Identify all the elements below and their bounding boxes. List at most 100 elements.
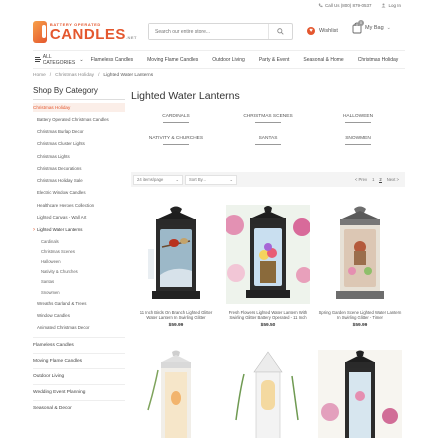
breadcrumb: Home / Christmas Holiday / Lighted Water… (33, 73, 154, 78)
product-price: $59.50 (260, 322, 276, 328)
sidebar-item[interactable]: Christmas Holiday Sale (33, 174, 125, 186)
page-title: Lighted Water Lanterns (131, 90, 240, 102)
my-bag-button[interactable]: 0 My Bag ⌄ (352, 20, 391, 34)
product-image[interactable] (134, 350, 218, 438)
login-link[interactable]: Log In (381, 3, 401, 8)
subcat-snowmen[interactable]: SNOWMEN (323, 136, 393, 145)
product-image[interactable] (134, 205, 218, 304)
next-page-button[interactable]: Next > (387, 177, 399, 182)
sidebar-item[interactable]: Wreaths Garland & Trees (33, 297, 125, 309)
chevron-down-icon: ⌄ (175, 177, 179, 182)
phone-icon (318, 3, 323, 8)
heart-icon: ♥ (307, 27, 315, 35)
sort-by-value: Sort By... (189, 177, 206, 182)
hamburger-icon (35, 57, 41, 62)
sidebar-subitem-snowmen[interactable]: Snowmen (33, 287, 125, 297)
product-card[interactable]: 11 Inch Birds On Branch Lighted Glitter … (134, 205, 218, 328)
logo-wordmark: CANDLES (49, 25, 126, 43)
sidebar-subitem-christmas-scenes[interactable]: Christmas Scenes (33, 246, 125, 256)
sidebar-item-moving-flame-candles[interactable]: Moving Flame Candles (33, 352, 125, 369)
sidebar-item-wedding-event-planning[interactable]: Wedding Event Planning (33, 384, 125, 400)
site-logo[interactable]: BATTERY OPERATED CANDLES.NET (33, 18, 137, 46)
nav-item-seasonal-home[interactable]: Seasonal & Home (296, 57, 350, 63)
dark-lantern-image (318, 350, 402, 438)
birds-lantern-image (134, 205, 218, 304)
sidebar-item[interactable]: Lighted Canvas - Wall Art (33, 211, 125, 223)
product-image[interactable] (318, 205, 402, 304)
items-per-page-select[interactable]: 24 items/page ⌄ (133, 174, 183, 185)
subcat-nativity-churches[interactable]: NATIVITY & CHURCHES (141, 136, 211, 145)
subcat-cardinals[interactable]: CARDINALS (141, 114, 211, 123)
sidebar-item[interactable]: Christmas Lights (33, 150, 125, 162)
prev-page-button[interactable]: < Prev (355, 177, 367, 182)
subcat-christmas-scenes[interactable]: CHRISTMAS SCENES (233, 114, 303, 123)
sidebar-subitem-santas[interactable]: Santas (33, 277, 125, 287)
login-text: Log In (388, 3, 401, 8)
sidebar-item-outdoor-living[interactable]: Outdoor Living (33, 368, 125, 384)
nav-item-christmas-holiday[interactable]: Christmas Holiday (351, 57, 406, 63)
sidebar-item-lighted-water-lanterns[interactable]: Lighted Water Lanterns (33, 224, 125, 236)
bag-count-badge: 0 (358, 20, 364, 26)
search-input[interactable] (149, 24, 268, 39)
flowers-lantern-image (226, 205, 310, 304)
product-name[interactable]: Spring Garden Scene Lighted Water Lanter… (318, 310, 402, 321)
breadcrumb-current: Lighted Water Lanterns (103, 73, 154, 78)
sidebar-item[interactable]: Christmas Burlap Decor (33, 125, 125, 137)
shopping-bag-icon: 0 (352, 20, 364, 34)
my-bag-label: My Bag (365, 25, 384, 31)
chevron-down-icon: ⌄ (386, 25, 391, 31)
page-1-link[interactable]: 1 (372, 177, 374, 182)
search-button[interactable] (268, 24, 292, 39)
category-sidebar: Shop By Category Christmas Holiday Batte… (33, 86, 125, 415)
sidebar-item[interactable]: Electric Window Candles (33, 187, 125, 199)
product-card[interactable] (318, 350, 402, 438)
nav-item-moving-flame-candles[interactable]: Moving Flame Candles (140, 57, 205, 63)
sidebar-item-flameless-candles[interactable]: Flameless Candles (33, 336, 125, 353)
pagination: < Prev 1 2 Next > (355, 177, 405, 183)
product-name[interactable]: Fresh Flowers Lighted Water Lantern With… (226, 310, 310, 321)
sidebar-item[interactable]: Animated Christmas Decor (33, 322, 125, 334)
sidebar-subitem-cardinals[interactable]: Cardinals (33, 236, 125, 246)
product-card[interactable]: Fresh Flowers Lighted Water Lantern With… (226, 205, 310, 328)
product-card[interactable] (134, 350, 218, 438)
nav-item-party-event[interactable]: Party & Event (252, 57, 297, 63)
page-2-link[interactable]: 2 (379, 177, 382, 183)
product-card[interactable] (226, 350, 310, 438)
nav-item-flameless-candles[interactable]: Flameless Candles (84, 57, 141, 63)
product-price: $59.99 (352, 322, 368, 328)
sidebar-item[interactable]: Healthcare Heroes Collection (33, 199, 125, 211)
phone-link[interactable]: Call Us (800) 879-0537 (318, 3, 371, 8)
sidebar-item[interactable]: Christmas Cluster Lights (33, 138, 125, 150)
search-box (148, 23, 293, 40)
nav-item-outdoor-living[interactable]: Outdoor Living (205, 57, 252, 63)
garden-lantern-image (318, 205, 402, 304)
sort-by-select[interactable]: Sort By... ⌄ (185, 174, 237, 185)
breadcrumb-home[interactable]: Home (33, 73, 46, 78)
sidebar-item-christmas-holiday[interactable]: Christmas Holiday (33, 103, 125, 112)
main-content: Lighted Water Lanterns CARDINALS CHRISTM… (131, 90, 405, 438)
sidebar-item[interactable]: Christmas Decorations (33, 162, 125, 174)
subcat-halloween[interactable]: HALLOWEEN (323, 114, 393, 123)
church-lantern-image (226, 350, 310, 438)
breadcrumb-christmas-holiday[interactable]: Christmas Holiday (55, 73, 94, 78)
product-name[interactable]: 11 Inch Birds On Branch Lighted Glitter … (134, 310, 218, 321)
product-card[interactable]: Spring Garden Scene Lighted Water Lanter… (318, 205, 402, 328)
subcat-santas[interactable]: SANTAS (233, 136, 303, 145)
wishlist-link[interactable]: ♥ Wishlist (307, 27, 338, 35)
sidebar-subitem-halloween[interactable]: Halloween (33, 256, 125, 266)
all-categories-label: ALL CATEGORIES (42, 53, 76, 66)
product-image[interactable] (318, 350, 402, 438)
sidebar-item[interactable]: Window Candles (33, 309, 125, 321)
main-nav: ALL CATEGORIES ⌄ Flameless Candles Movin… (33, 50, 405, 69)
sidebar-item-seasonal-decor[interactable]: Seasonal & Decor (33, 399, 125, 416)
product-price: $59.99 (168, 322, 184, 328)
sidebar-subitem-nativity-churches[interactable]: Nativity & Churches (33, 267, 125, 277)
product-image[interactable] (226, 205, 310, 304)
product-image[interactable] (226, 350, 310, 438)
candle-logo-icon (33, 21, 47, 43)
user-icon (381, 3, 386, 8)
items-per-page-value: 24 items/page (137, 177, 164, 182)
all-categories-menu[interactable]: ALL CATEGORIES ⌄ (33, 54, 84, 66)
sidebar-item[interactable]: Battery Operated Christmas Candles (33, 113, 125, 125)
wishlist-label: Wishlist (319, 28, 338, 34)
